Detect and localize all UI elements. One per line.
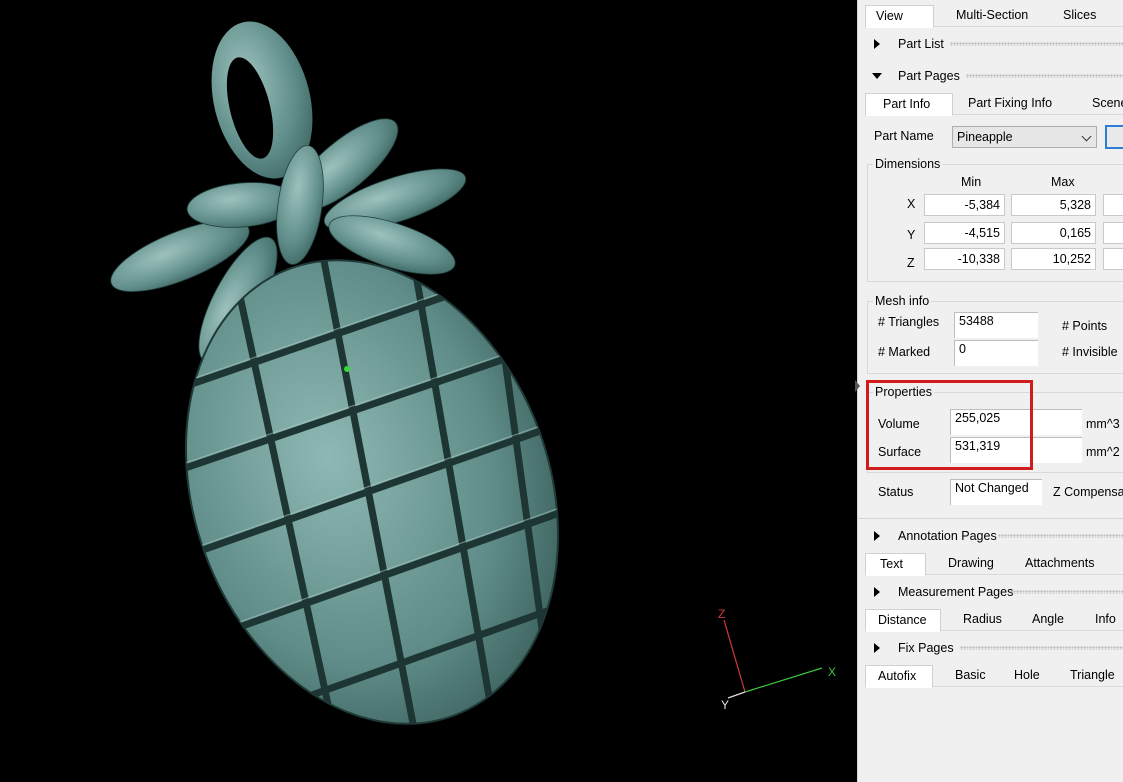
dimensions-max-header: Max <box>1051 175 1075 189</box>
pineapple-body <box>146 236 621 764</box>
tab-multi-section[interactable]: Multi-Section <box>946 5 1038 27</box>
tab-attachments[interactable]: Attachments <box>1015 553 1104 575</box>
part-name-label: Part Name <box>874 129 934 143</box>
annotation-tab-row: Text Drawing Attachments T <box>865 553 1123 576</box>
marked-field[interactable]: 0 <box>954 340 1038 366</box>
dimension-x-min[interactable]: -5,384 <box>924 194 1005 216</box>
status-field: Not Changed <box>950 479 1042 505</box>
tab-angle[interactable]: Angle <box>1022 609 1074 631</box>
expand-arrow-icon <box>874 39 880 49</box>
z-compensation-label: Z Compensa <box>1053 485 1123 499</box>
annotation-pages-header[interactable]: Annotation Pages <box>870 527 1123 545</box>
expand-arrow-icon <box>874 587 880 597</box>
marked-label: # Marked <box>878 345 931 359</box>
dimension-y-max[interactable]: 0,165 <box>1011 222 1096 244</box>
tab-overflow[interactable]: T <box>1115 553 1123 575</box>
header-divider <box>950 42 1123 46</box>
tab-radius[interactable]: Radius <box>953 609 1012 631</box>
top-tab-row: View Multi-Section Slices <box>865 5 1123 28</box>
dimensions-title: Dimensions <box>873 157 943 171</box>
tab-distance[interactable]: Distance <box>865 609 941 632</box>
collapse-arrow-icon <box>872 73 882 79</box>
3d-viewport[interactable]: Z X Y <box>0 0 857 782</box>
dimensions-min-header: Min <box>961 175 982 189</box>
dimension-z-size[interactable] <box>1103 248 1123 270</box>
axis-x-label: X <box>828 665 836 679</box>
dimension-axis-z: Z <box>907 256 915 270</box>
surface-unit: mm^2 <box>1086 445 1120 459</box>
volume-unit: mm^3 <box>1086 417 1120 431</box>
part-list-header[interactable]: Part List <box>870 35 1123 53</box>
mesh-info-title: Mesh info <box>873 294 932 308</box>
tab-view[interactable]: View <box>865 5 934 28</box>
tab-info[interactable]: Info <box>1085 609 1123 631</box>
highlight-box <box>866 380 1033 470</box>
tab-part-fixing-info[interactable]: Part Fixing Info <box>958 93 1062 115</box>
tab-hole[interactable]: Hole <box>1004 665 1050 687</box>
tab-part-info[interactable]: Part Info <box>865 93 953 116</box>
tab-drawing[interactable]: Drawing <box>938 553 1004 575</box>
header-divider <box>1010 590 1123 594</box>
tab-slices[interactable]: Slices <box>1053 5 1106 27</box>
part-pages-header[interactable]: Part Pages <box>870 67 1123 85</box>
part-pages-tab-row: Part Info Part Fixing Info Scene <box>865 93 1123 116</box>
expand-arrow-icon <box>874 643 880 653</box>
part-name-action-button[interactable] <box>1105 125 1123 149</box>
dimension-y-size[interactable] <box>1103 222 1123 244</box>
chevron-down-icon <box>1081 131 1092 142</box>
status-label: Status <box>878 485 914 499</box>
tab-autofix[interactable]: Autofix <box>865 665 933 688</box>
tab-triangle[interactable]: Triangle <box>1060 665 1123 687</box>
tab-basic[interactable]: Basic <box>945 665 996 687</box>
dimension-y-min[interactable]: -4,515 <box>924 222 1005 244</box>
splitter-grip-icon[interactable] <box>855 380 860 392</box>
pineapple-model: Z X Y <box>110 21 836 764</box>
measurement-pages-header[interactable]: Measurement Pages <box>870 583 1123 601</box>
measurement-tab-row: Distance Radius Angle Info <box>865 609 1123 632</box>
fix-pages-header[interactable]: Fix Pages <box>870 639 1123 657</box>
header-divider <box>966 74 1123 78</box>
dimension-x-size[interactable] <box>1103 194 1123 216</box>
axis-y-label: Y <box>721 698 729 712</box>
fix-tab-row: Autofix Basic Hole Triangle <box>865 665 1123 688</box>
part-name-dropdown[interactable]: Pineapple <box>952 126 1097 148</box>
dimension-axis-y: Y <box>907 228 916 242</box>
invisible-label: # Invisible <box>1062 345 1118 359</box>
dimension-z-min[interactable]: -10,338 <box>924 248 1005 270</box>
header-divider <box>960 646 1123 650</box>
axis-z-label: Z <box>718 607 725 621</box>
triangles-field[interactable]: 53488 <box>954 312 1038 338</box>
header-divider <box>998 534 1123 538</box>
dimension-axis-x: X <box>907 197 916 211</box>
axis-triad: Z X Y <box>718 607 836 712</box>
dimension-z-max[interactable]: 10,252 <box>1011 248 1096 270</box>
triangles-label: # Triangles <box>878 315 940 329</box>
tab-scene[interactable]: Scene <box>1082 93 1123 115</box>
expand-arrow-icon <box>874 531 880 541</box>
points-label: # Points <box>1062 319 1108 333</box>
dimension-x-max[interactable]: 5,328 <box>1011 194 1096 216</box>
tab-text[interactable]: Text <box>865 553 926 576</box>
separator <box>858 518 1123 519</box>
